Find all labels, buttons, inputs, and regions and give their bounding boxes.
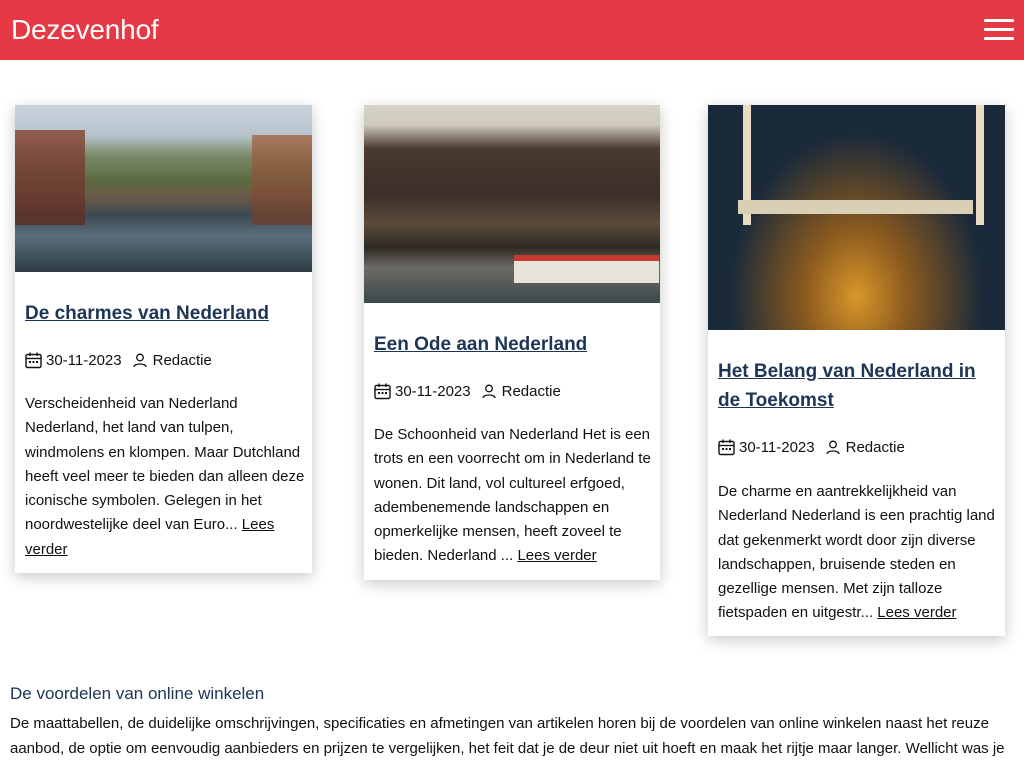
article-meta: 30-11-2023 Redactie: [25, 350, 212, 370]
calendar-icon: [374, 383, 391, 399]
section-heading: De voordelen van online winkelen: [10, 684, 265, 703]
article-excerpt: De charme en aantrekkelijkheid van Neder…: [718, 480, 998, 626]
article-title-link[interactable]: Een Ode aan Nederland: [374, 330, 650, 359]
article-title-link[interactable]: De charmes van Nederland: [25, 299, 302, 328]
read-more-link[interactable]: Lees verder: [877, 604, 956, 621]
read-more-link[interactable]: Lees verder: [517, 547, 596, 564]
calendar-icon: [25, 352, 42, 368]
article-date: 30-11-2023: [739, 438, 815, 456]
user-icon: [132, 353, 147, 367]
site-logo[interactable]: Dezevenhof: [11, 13, 159, 47]
canal-photo[interactable]: [15, 105, 312, 272]
excerpt-text: Verscheidenheid van Nederland Nederland,…: [25, 395, 305, 534]
article-meta: 30-11-2023 Redactie: [374, 381, 561, 401]
section-paragraph: De maattabellen, de duidelijke omschrijv…: [10, 715, 1005, 757]
bridge-night-photo[interactable]: [708, 105, 1005, 330]
article-excerpt: De Schoonheid van Nederland Het is een t…: [374, 423, 654, 569]
article-author: Redactie: [845, 438, 905, 456]
hamburger-menu-icon[interactable]: [984, 19, 1014, 41]
excerpt-text: De charme en aantrekkelijkheid van Neder…: [718, 483, 995, 622]
article-author: Redactie: [152, 351, 212, 369]
site-header: Dezevenhof: [0, 0, 1024, 60]
article-title-link[interactable]: Het Belang van Nederland in de Toekomst: [718, 357, 998, 415]
user-icon: [825, 440, 840, 454]
canal-houses-photo[interactable]: [364, 105, 660, 303]
article-date: 30-11-2023: [46, 351, 122, 369]
calendar-icon: [718, 439, 735, 455]
excerpt-text: De Schoonheid van Nederland Het is een t…: [374, 426, 651, 565]
user-icon: [481, 384, 496, 398]
article-date: 30-11-2023: [395, 382, 471, 400]
article-author: Redactie: [501, 382, 561, 400]
article-meta: 30-11-2023 Redactie: [718, 437, 905, 457]
article-excerpt: Verscheidenheid van Nederland Nederland,…: [25, 392, 305, 562]
